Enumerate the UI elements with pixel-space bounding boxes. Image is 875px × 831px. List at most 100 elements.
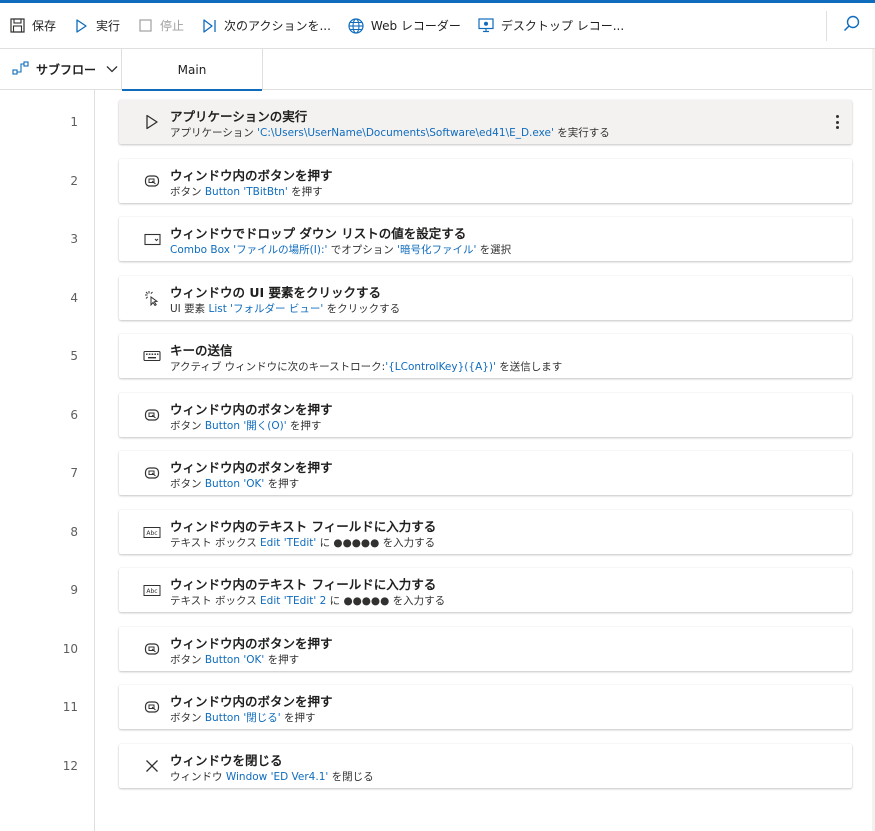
action-title: ウィンドウでドロップ ダウン リストの値を設定する <box>170 226 467 241</box>
subflow-dropdown[interactable]: サブフロー <box>0 49 122 89</box>
subflow-label: サブフロー <box>36 62 97 77</box>
search-button[interactable] <box>827 3 875 49</box>
action-parameter-link[interactable]: Button 'OK' <box>205 654 264 666</box>
action-row[interactable]: ウィンドウ内のボタンを押す ボタン Button 'OK' を押す <box>119 627 852 671</box>
action-title: ウィンドウ内のボタンを押す <box>170 636 333 651</box>
window-button-icon <box>143 406 161 424</box>
action-row[interactable]: ウィンドウ内のボタンを押す ボタン Button '閉じる' を押す <box>119 685 852 729</box>
action-parameter-link[interactable]: Button 'OK' <box>205 478 264 490</box>
action-parameter-link[interactable]: List 'フォルダー ビュー' <box>208 303 323 315</box>
action-row[interactable]: アプリケーションの実行 アプリケーション 'C:\Users\UserName\D… <box>119 100 852 144</box>
window-button-icon <box>143 464 161 482</box>
action-parameter-link[interactable]: Window 'ED Ver4.1' <box>226 771 328 783</box>
chevron-down-icon <box>106 65 118 73</box>
action-description-text: をクリックする <box>323 303 401 315</box>
action-description-text: に ●●●●● を入力する <box>316 537 436 549</box>
action-row[interactable]: ウィンドウ内のボタンを押す ボタン Button 'OK' を押す <box>119 451 852 495</box>
action-description-text: テキスト ボックス <box>170 537 261 549</box>
play-icon <box>143 113 161 131</box>
action-description-text: を閉じる <box>328 771 374 783</box>
action-description-text: ボタン <box>170 654 205 666</box>
action-row[interactable]: Abc ウィンドウ内のテキスト フィールドに入力する テキスト ボックス Edit … <box>119 568 852 612</box>
action-description-text: でオプション <box>327 244 398 256</box>
run-label: 実行 <box>96 19 121 33</box>
window-button-icon <box>143 172 161 190</box>
action-parameter-link[interactable]: '{LControlKey}({A})' <box>385 361 496 373</box>
desktop-recorder-button[interactable]: デスクトップ レコー... <box>469 3 632 49</box>
line-number: 1 <box>70 115 78 129</box>
dropdown-icon <box>143 230 161 248</box>
action-title: ウィンドウ内のテキスト フィールドに入力する <box>170 577 437 592</box>
keyboard-icon <box>143 347 161 365</box>
save-label: 保存 <box>32 19 57 33</box>
line-number: 9 <box>70 583 78 597</box>
line-number: 12 <box>62 759 78 773</box>
action-row[interactable]: ウィンドウ内のボタンを押す ボタン Button '開く(O)' を押す <box>119 393 852 437</box>
svg-text:Abc: Abc <box>146 530 157 537</box>
action-row[interactable]: ウィンドウを閉じる ウィンドウ Window 'ED Ver4.1' を閉じる <box>119 744 852 788</box>
line-number: 3 <box>70 232 78 246</box>
web-recorder-label: Web レコーダー <box>370 19 461 33</box>
action-title: キーの送信 <box>170 343 233 358</box>
action-description-text: ボタン <box>170 420 205 432</box>
action-row[interactable]: ウィンドウの UI 要素をクリックする UI 要素 List 'フォルダー ビュー… <box>119 276 852 320</box>
action-description: UI 要素 List 'フォルダー ビュー' をクリックする <box>170 301 400 316</box>
action-description-text: を選択 <box>476 244 512 256</box>
tab-main[interactable]: Main <box>122 49 263 91</box>
action-row[interactable]: キーの送信 アクティブ ウィンドウに次のキーストローク:'{LControlKey… <box>119 334 852 378</box>
save-icon <box>8 17 26 35</box>
action-description: ボタン Button 'OK' を押す <box>170 476 299 491</box>
action-description-text: を送信します <box>495 361 563 373</box>
action-parameter-link[interactable]: Button '開く(O)' <box>205 420 287 432</box>
action-row[interactable]: ウィンドウでドロップ ダウン リストの値を設定する Combo Box 'ファイル… <box>119 217 852 261</box>
click-icon <box>143 289 161 307</box>
run-button[interactable]: 実行 <box>64 3 128 49</box>
stop-icon <box>136 17 154 35</box>
action-description-text: UI 要素 <box>170 303 209 315</box>
globe-icon <box>347 17 365 35</box>
action-parameter-link[interactable]: Button '閉じる' <box>205 712 281 724</box>
action-title: ウィンドウ内のテキスト フィールドに入力する <box>170 519 437 534</box>
action-title: ウィンドウ内のボタンを押す <box>170 402 333 417</box>
action-parameter-link[interactable]: Edit 'TEdit' 2 <box>260 595 326 607</box>
toolbar: 保存 実行 停止 次のアクションを... Web レコーダー デスクトップ レコ… <box>0 3 875 49</box>
action-parameter-link[interactable]: 'C:\Users\UserName\Documents\Software\ed… <box>257 127 554 139</box>
line-number: 2 <box>70 174 78 188</box>
action-parameter-link[interactable]: Edit 'TEdit' <box>260 537 316 549</box>
action-title: ウィンドウの UI 要素をクリックする <box>170 285 382 300</box>
text-field-icon: Abc <box>143 581 161 599</box>
action-description: ボタン Button '閉じる' を押す <box>170 710 315 725</box>
web-recorder-button[interactable]: Web レコーダー <box>339 3 469 49</box>
line-number: 8 <box>70 525 78 539</box>
action-parameter-link[interactable]: Combo Box 'ファイルの場所(I):' <box>170 244 327 256</box>
action-description-text: を押す <box>286 420 322 432</box>
action-description: ボタン Button 'OK' を押す <box>170 652 299 667</box>
action-description: アクティブ ウィンドウに次のキーストローク:'{LControlKey}({A}… <box>170 359 562 374</box>
step-icon <box>200 17 218 35</box>
save-button[interactable]: 保存 <box>0 3 64 49</box>
action-parameter-link[interactable]: Button 'TBitBtn' <box>205 186 288 198</box>
action-row[interactable]: ウィンドウ内のボタンを押す ボタン Button 'TBitBtn' を押す <box>119 159 852 203</box>
window-button-icon <box>143 640 161 658</box>
action-description: Combo Box 'ファイルの場所(I):' でオプション '暗号化ファイル'… <box>170 242 511 257</box>
line-number: 4 <box>70 291 78 305</box>
action-row[interactable]: Abc ウィンドウ内のテキスト フィールドに入力する テキスト ボックス Edit … <box>119 510 852 554</box>
desktop-recorder-label: デスクトップ レコー... <box>500 19 625 33</box>
flow-tabs: サブフロー Main <box>0 49 875 91</box>
subflow-icon <box>12 61 30 77</box>
more-options-icon[interactable] <box>834 112 840 132</box>
close-window-icon <box>143 757 161 775</box>
line-number: 7 <box>70 466 78 480</box>
next-action-button[interactable]: 次のアクションを... <box>192 3 339 49</box>
action-description-text: アクティブ ウィンドウに次のキーストローク: <box>170 361 386 373</box>
search-icon <box>843 15 860 36</box>
action-title: アプリケーションの実行 <box>170 109 308 124</box>
action-description-text: ウィンドウ <box>170 771 226 783</box>
action-description-text: を押す <box>280 712 316 724</box>
monitor-icon <box>477 17 495 35</box>
action-parameter-link[interactable]: '暗号化ファイル' <box>397 244 476 256</box>
action-description-text: アプリケーション <box>170 127 258 139</box>
window-button-icon <box>143 698 161 716</box>
stop-button[interactable]: 停止 <box>128 3 192 49</box>
action-description: テキスト ボックス Edit 'TEdit' に ●●●●● を入力する <box>170 535 435 550</box>
